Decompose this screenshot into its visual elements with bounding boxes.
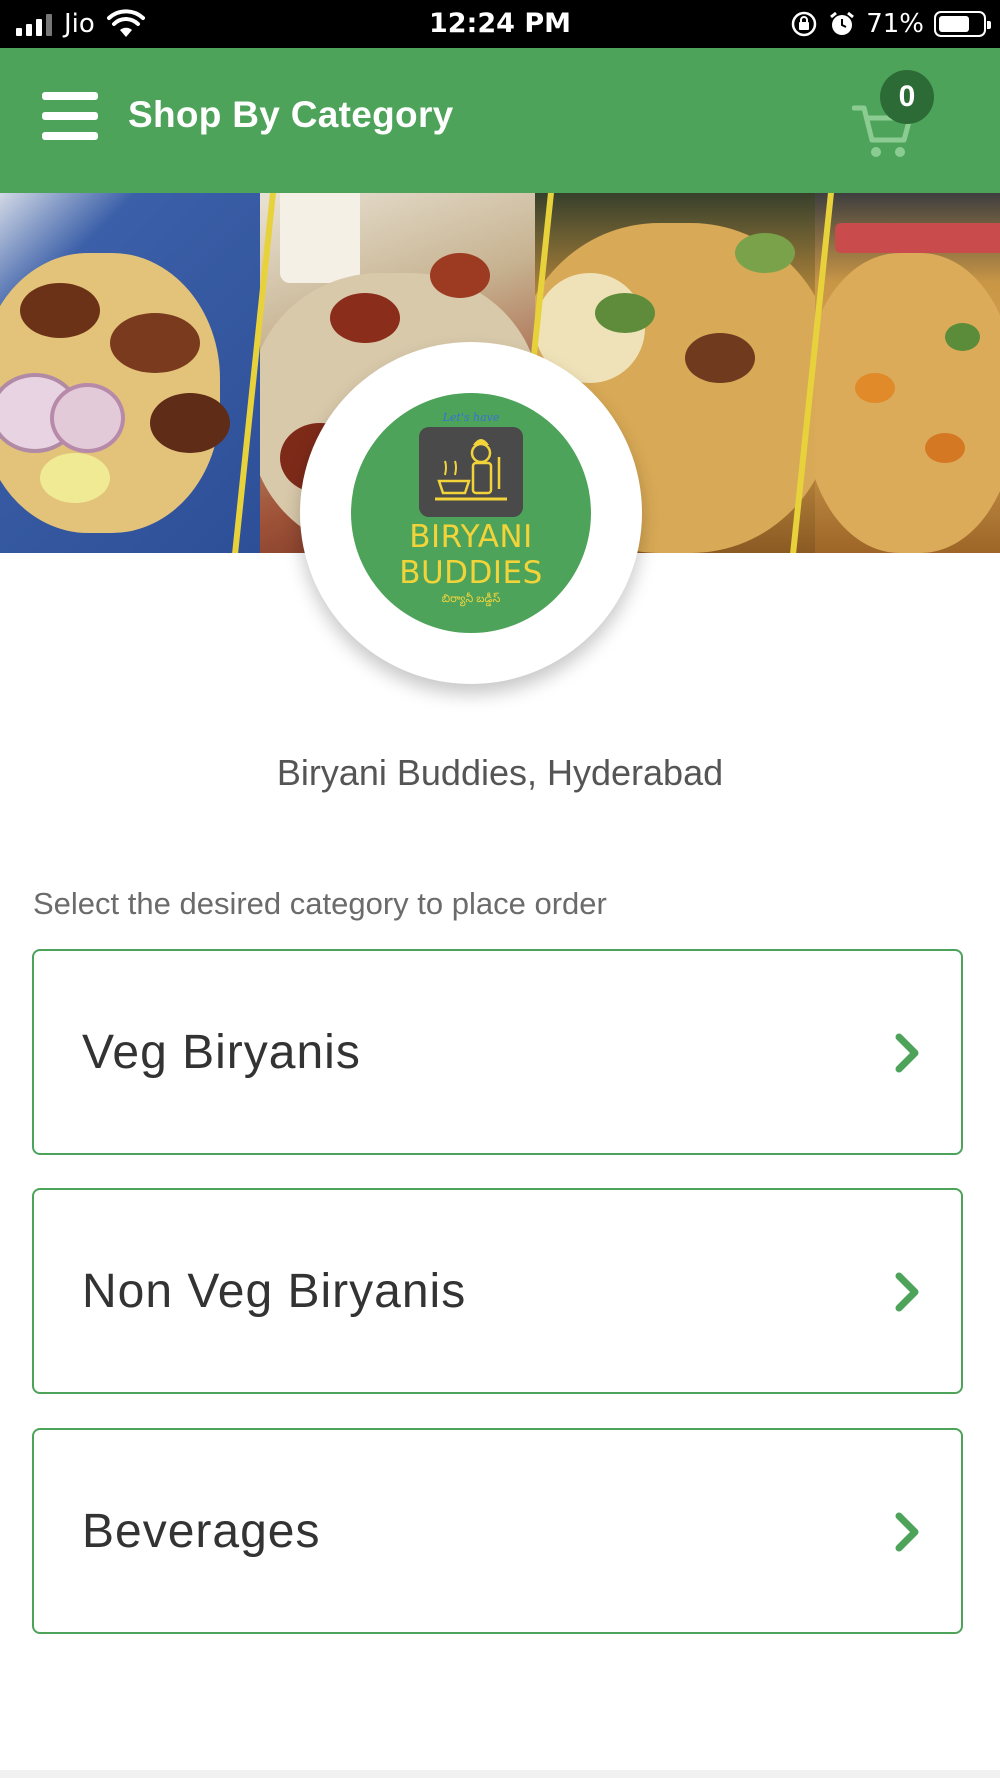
logo-tagline: Let's have <box>442 411 500 424</box>
page-title: Shop By Category <box>128 94 454 135</box>
status-bar-right: 71% <box>790 8 991 40</box>
store-logo-badge: Let's have BIRYANI BUDDIES బిర్యానీ బడ్డ… <box>351 393 591 633</box>
category-card-beverages[interactable]: Beverages <box>32 1428 963 1634</box>
category-label: Veg Biryanis <box>82 1026 361 1079</box>
hamburger-menu-icon[interactable] <box>42 92 98 140</box>
battery-percent: 71% <box>866 9 924 39</box>
banner-panel <box>0 193 260 553</box>
bottom-divider <box>0 1770 1000 1778</box>
category-instruction: Select the desired category to place ord… <box>33 886 607 921</box>
chevron-right-icon <box>895 1272 919 1312</box>
app-screen: Jio 12:24 PM 71% Shop By Category 0 Let'… <box>0 0 1000 1778</box>
logo-text-line1: BIRYANI <box>409 519 533 555</box>
chevron-right-icon <box>895 1512 919 1552</box>
status-bar: Jio 12:24 PM 71% <box>0 0 1000 48</box>
cart-count-badge: 0 <box>880 70 934 124</box>
logo-script-text: బిర్యానీ బడ్డీస్ <box>441 593 501 605</box>
category-card-veg-biryanis[interactable]: Veg Biryanis <box>32 949 963 1155</box>
category-card-non-veg-biryanis[interactable]: Non Veg Biryanis <box>32 1188 963 1394</box>
battery-icon <box>934 11 991 37</box>
category-label: Beverages <box>82 1505 321 1558</box>
cart-button[interactable]: 0 <box>848 70 948 170</box>
store-logo: Let's have BIRYANI BUDDIES బిర్యానీ బడ్డ… <box>300 342 642 684</box>
alarm-icon <box>830 11 855 35</box>
banner-panel <box>815 193 1000 553</box>
chef-icon <box>419 427 523 517</box>
orientation-lock-icon <box>791 11 817 37</box>
app-bar: Shop By Category 0 <box>0 48 1000 193</box>
store-name: Biryani Buddies, Hyderabad <box>276 752 724 793</box>
chevron-right-icon <box>895 1033 919 1073</box>
category-label: Non Veg Biryanis <box>82 1265 467 1318</box>
logo-text-line2: BUDDIES <box>399 555 543 591</box>
